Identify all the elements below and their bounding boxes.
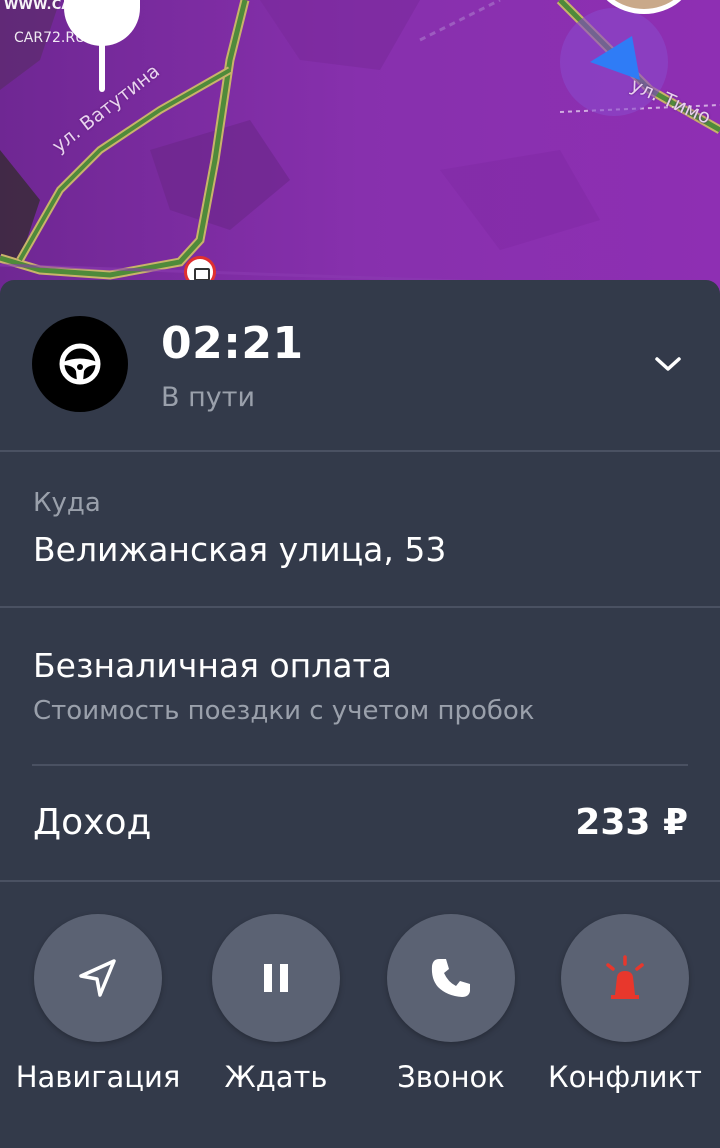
alarm-siren-icon[interactable] (561, 914, 689, 1042)
pause-icon[interactable] (212, 914, 340, 1042)
divider (32, 764, 688, 766)
call-button[interactable]: Звонок (363, 914, 539, 1114)
income-value: 233 ₽ (575, 802, 688, 843)
navigation-button[interactable]: Навигация (10, 914, 186, 1114)
wait-button[interactable]: Ждать (188, 914, 364, 1114)
payment-note: Стоимость поездки с учетом пробок (33, 696, 535, 726)
income-label: Доход (33, 802, 152, 843)
watermark-url: WWW.CAR72.RU (4, 0, 127, 13)
map-pin-stem (99, 40, 105, 92)
phone-icon[interactable] (387, 914, 515, 1042)
conflict-label: Конфликт (548, 1060, 702, 1094)
action-bar: Навигация Ждать Звонок Конфликт (0, 914, 720, 1114)
destination-address: Велижанская улица, 53 (33, 530, 447, 569)
order-sheet: 02:21 В пути Куда Велижанская улица, 53 … (0, 280, 720, 1148)
map-view[interactable]: WWW.CAR72.RU CAR72.RU ул. Ватутина ул. Т… (0, 0, 720, 300)
destination-caption: Куда (33, 488, 101, 518)
trip-timer: 02:21 (161, 318, 304, 369)
watermark-logo: CAR72.RU (14, 30, 86, 46)
steering-wheel-icon (32, 316, 128, 412)
divider (0, 450, 720, 452)
trip-status-row[interactable]: 02:21 В пути (0, 280, 720, 451)
payment-method: Безналичная оплата (33, 646, 392, 685)
trip-status: В пути (161, 382, 256, 413)
navigation-arrow-icon[interactable] (34, 914, 162, 1042)
conflict-button[interactable]: Конфликт (537, 914, 713, 1114)
chevron-down-icon[interactable] (646, 344, 690, 384)
divider (0, 880, 720, 882)
divider (0, 606, 720, 608)
